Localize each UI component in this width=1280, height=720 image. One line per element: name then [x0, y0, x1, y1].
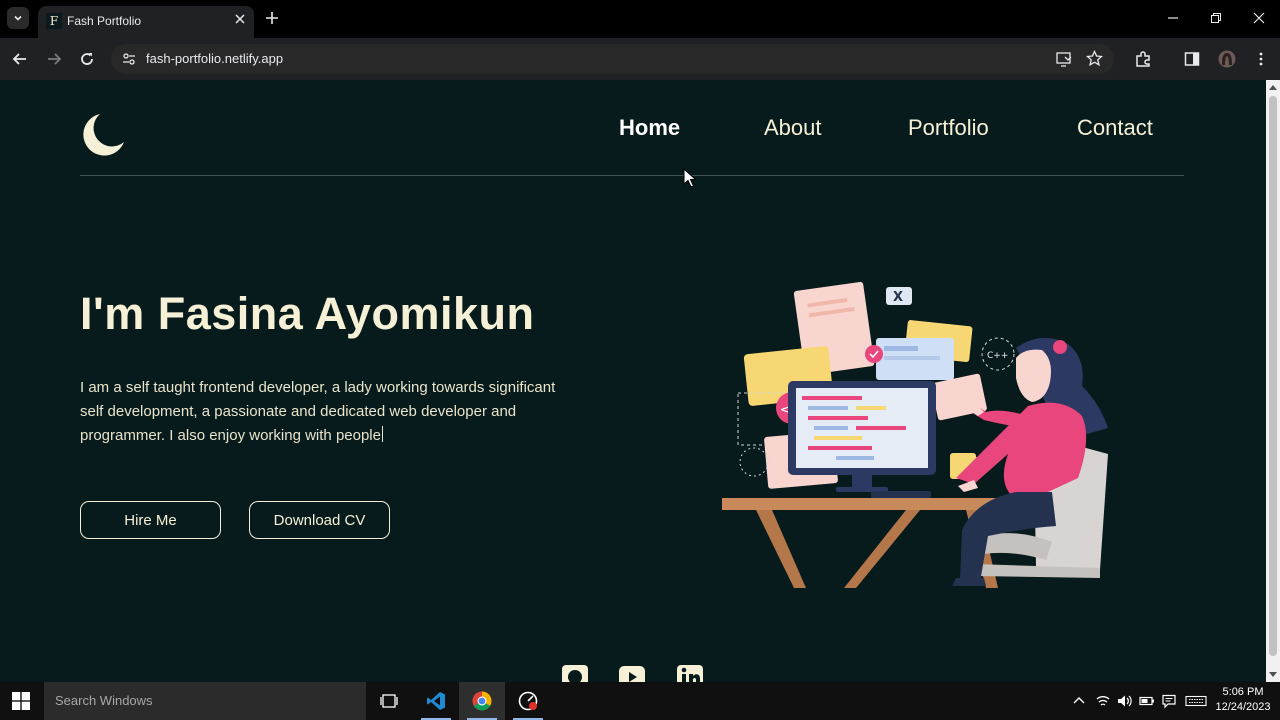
vscode-icon	[427, 692, 445, 710]
install-app-icon[interactable]	[1056, 51, 1073, 67]
windows-start-icon[interactable]	[12, 692, 30, 710]
browser-tab[interactable]: F Fash Portfolio	[38, 6, 254, 38]
cpp-label: C++	[987, 351, 1008, 361]
clock-date: 12/24/2023	[1215, 701, 1271, 713]
forward-arrow-icon[interactable]	[45, 50, 63, 68]
address-bar[interactable]: fash-portfolio.netlify.app	[111, 44, 1114, 74]
mouse-cursor-icon	[683, 168, 697, 188]
portfolio-page: Home About Portfolio Contact I'm Fasina …	[0, 80, 1266, 682]
task-view-icon	[380, 694, 398, 708]
battery-icon[interactable]	[1139, 693, 1155, 709]
taskbar-search-placeholder: Search Windows	[55, 693, 153, 708]
profile-avatar[interactable]	[1218, 50, 1236, 68]
github-icon[interactable]	[561, 664, 589, 682]
extensions-puzzle-icon[interactable]	[1134, 50, 1152, 68]
site-settings-icon[interactable]	[121, 51, 137, 67]
back-arrow-icon[interactable]	[11, 50, 29, 68]
nav-home[interactable]: Home	[619, 115, 680, 141]
url-text: fash-portfolio.netlify.app	[146, 51, 284, 66]
close-card-label: X	[893, 290, 903, 305]
new-tab-plus-icon[interactable]	[263, 9, 281, 27]
keyboard-icon[interactable]	[1185, 693, 1207, 709]
hire-me-button[interactable]: Hire Me	[80, 501, 221, 539]
taskbar-screen-recorder[interactable]	[505, 682, 551, 720]
page-scrollbar[interactable]	[1266, 80, 1280, 682]
recorder-icon	[518, 691, 538, 711]
linkedin-icon[interactable]	[676, 664, 704, 682]
nav-divider	[80, 175, 1184, 176]
restore-icon[interactable]	[1208, 10, 1224, 26]
chevron-down-icon	[14, 15, 22, 21]
reload-icon[interactable]	[78, 50, 96, 68]
browser-toolbar: fash-portfolio.netlify.app	[0, 38, 1280, 80]
taskbar-chrome[interactable]	[459, 682, 505, 720]
windows-taskbar: Search Windows 5:06 PM 12/24/2023	[0, 682, 1280, 720]
window-close-icon[interactable]	[1251, 10, 1267, 26]
volume-icon[interactable]	[1116, 693, 1132, 709]
notification-icon[interactable]	[1161, 693, 1177, 709]
taskbar-vscode[interactable]	[413, 682, 459, 720]
hero-description: I am a self taught frontend developer, a…	[80, 376, 560, 448]
side-panel-icon[interactable]	[1183, 50, 1201, 68]
youtube-icon[interactable]	[618, 664, 646, 682]
tab-favicon: F	[46, 13, 62, 29]
tab-search-button[interactable]	[7, 7, 29, 29]
scroll-up-arrow-icon[interactable]	[1269, 85, 1277, 90]
taskbar-search-box[interactable]: Search Windows	[44, 682, 366, 720]
moon-logo-icon[interactable]	[80, 112, 126, 158]
browser-tab-bar: F Fash Portfolio	[0, 0, 1280, 38]
download-cv-button[interactable]: Download CV	[249, 501, 390, 539]
close-icon[interactable]	[232, 11, 248, 27]
wifi-icon[interactable]	[1095, 693, 1111, 709]
nav-contact[interactable]: Contact	[1077, 115, 1153, 141]
minimize-icon[interactable]	[1165, 10, 1181, 26]
clock-time: 5:06 PM	[1222, 686, 1264, 698]
chrome-icon	[472, 691, 492, 711]
developer-illustration: X C++ </>	[722, 281, 1108, 588]
nav-about[interactable]: About	[764, 115, 822, 141]
chevron-up-icon[interactable]	[1071, 693, 1087, 709]
nav-portfolio[interactable]: Portfolio	[908, 115, 989, 141]
typing-caret	[381, 426, 383, 442]
hero-title: I'm Fasina Ayomikun	[80, 288, 535, 339]
scroll-down-arrow-icon[interactable]	[1269, 672, 1277, 677]
taskbar-clock[interactable]: 5:06 PM 12/24/2023	[1212, 685, 1274, 715]
scrollbar-thumb[interactable]	[1269, 96, 1277, 656]
browser-menu-icon[interactable]	[1252, 50, 1270, 68]
bookmark-star-icon[interactable]	[1086, 50, 1103, 67]
tab-title: Fash Portfolio	[67, 14, 142, 28]
task-view-button[interactable]	[366, 682, 412, 720]
hero-description-text: I am a self taught frontend developer, a…	[80, 379, 556, 444]
